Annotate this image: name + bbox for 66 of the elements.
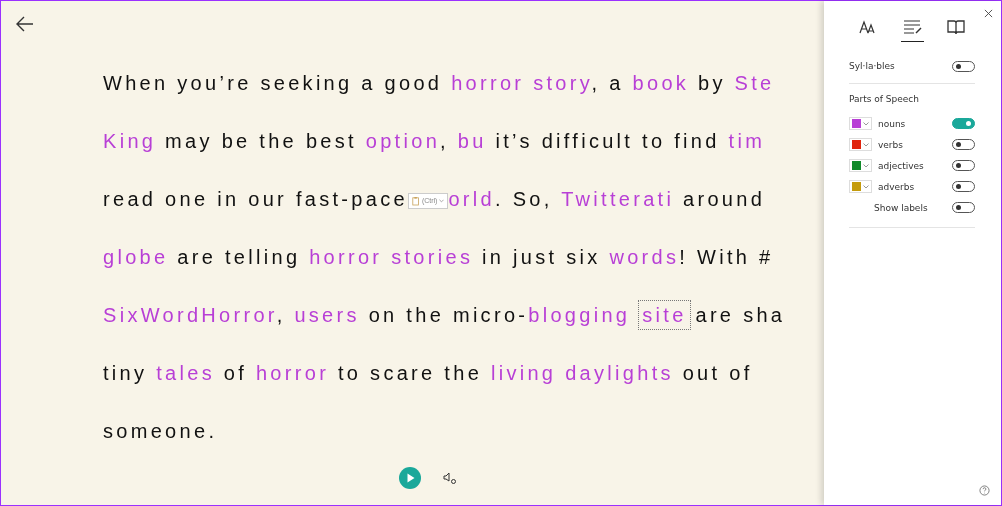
toggle-switch[interactable]	[952, 139, 975, 150]
reading-text: out of	[681, 362, 753, 384]
reading-text: in just six	[481, 246, 602, 268]
highlighted-noun: horror stories	[309, 246, 474, 268]
caret-icon	[863, 163, 869, 168]
reading-text: ,	[276, 304, 287, 326]
caret-icon	[439, 198, 445, 203]
caret-icon	[863, 121, 869, 126]
caret-icon	[863, 184, 869, 189]
part-label: adverbs	[878, 181, 916, 192]
highlighted-noun: users	[294, 304, 360, 326]
reading-text: ! With #	[679, 246, 774, 268]
reading-text: . So,	[495, 188, 554, 210]
reading-text: by	[696, 72, 727, 94]
syllables-label: Syl·la·bles	[849, 61, 895, 71]
caret-icon	[863, 142, 869, 147]
highlighted-noun: living daylights	[490, 362, 674, 384]
highlighted-noun: globe	[103, 246, 169, 268]
reading-text: of	[222, 362, 249, 384]
part-label: verbs	[878, 139, 904, 150]
highlighted-noun: Twitterati	[561, 188, 675, 210]
close-icon[interactable]	[984, 9, 993, 18]
play-button[interactable]	[398, 467, 421, 489]
highlighted-noun: orld	[448, 188, 495, 210]
color-picker[interactable]	[849, 180, 872, 193]
part-label: Show labels	[874, 202, 929, 213]
highlighted-noun: blogging	[528, 304, 631, 326]
toggle-switch[interactable]	[952, 160, 975, 171]
highlighted-noun: option	[365, 130, 441, 152]
highlighted-noun: tales	[156, 362, 215, 384]
voice-settings-icon[interactable]	[442, 471, 457, 485]
reading-text: it’s difficult to find	[494, 130, 721, 152]
toggle-switch[interactable]	[952, 181, 975, 192]
toggle-switch[interactable]	[952, 202, 975, 213]
highlighted-noun: King	[103, 130, 157, 152]
highlighted-noun: words	[609, 246, 680, 268]
reading-text: ,	[440, 130, 450, 152]
highlighted-noun: tim	[728, 130, 766, 152]
reading-text: are sha	[694, 304, 786, 326]
color-picker[interactable]	[849, 117, 872, 130]
highlighted-noun: bu	[457, 130, 487, 152]
color-picker[interactable]	[849, 138, 872, 151]
reading-text: tiny	[103, 362, 149, 384]
part-label: nouns	[878, 118, 907, 129]
reading-text: someone.	[103, 420, 218, 442]
reading-text: , a	[591, 72, 625, 94]
reading-text: read one in our fast-pace	[103, 188, 408, 210]
toggle-switch[interactable]	[952, 118, 975, 129]
highlighted-noun: book	[632, 72, 690, 94]
reading-text: When you’re seeking a good	[103, 72, 444, 94]
help-icon[interactable]	[979, 485, 990, 496]
reading-text: on the micro-	[367, 304, 529, 326]
highlighted-noun: Ste	[734, 72, 775, 94]
reading-text: are telling	[176, 246, 302, 268]
reading-text: may be the best	[164, 130, 358, 152]
highlighted-noun: horror	[255, 362, 330, 384]
highlighted-noun: SixWordHorror	[103, 304, 277, 326]
part-label: adjectives	[878, 160, 925, 171]
color-picker[interactable]	[849, 159, 872, 172]
back-arrow-icon[interactable]	[16, 16, 34, 32]
clipboard-icon	[411, 195, 420, 206]
parts-of-speech-heading: Parts of Speech	[849, 94, 920, 104]
highlighted-noun: horror story	[451, 72, 592, 94]
reading-text: around	[682, 188, 766, 210]
toggle-switch[interactable]	[952, 60, 975, 72]
reading-text: to scare the	[336, 362, 484, 384]
